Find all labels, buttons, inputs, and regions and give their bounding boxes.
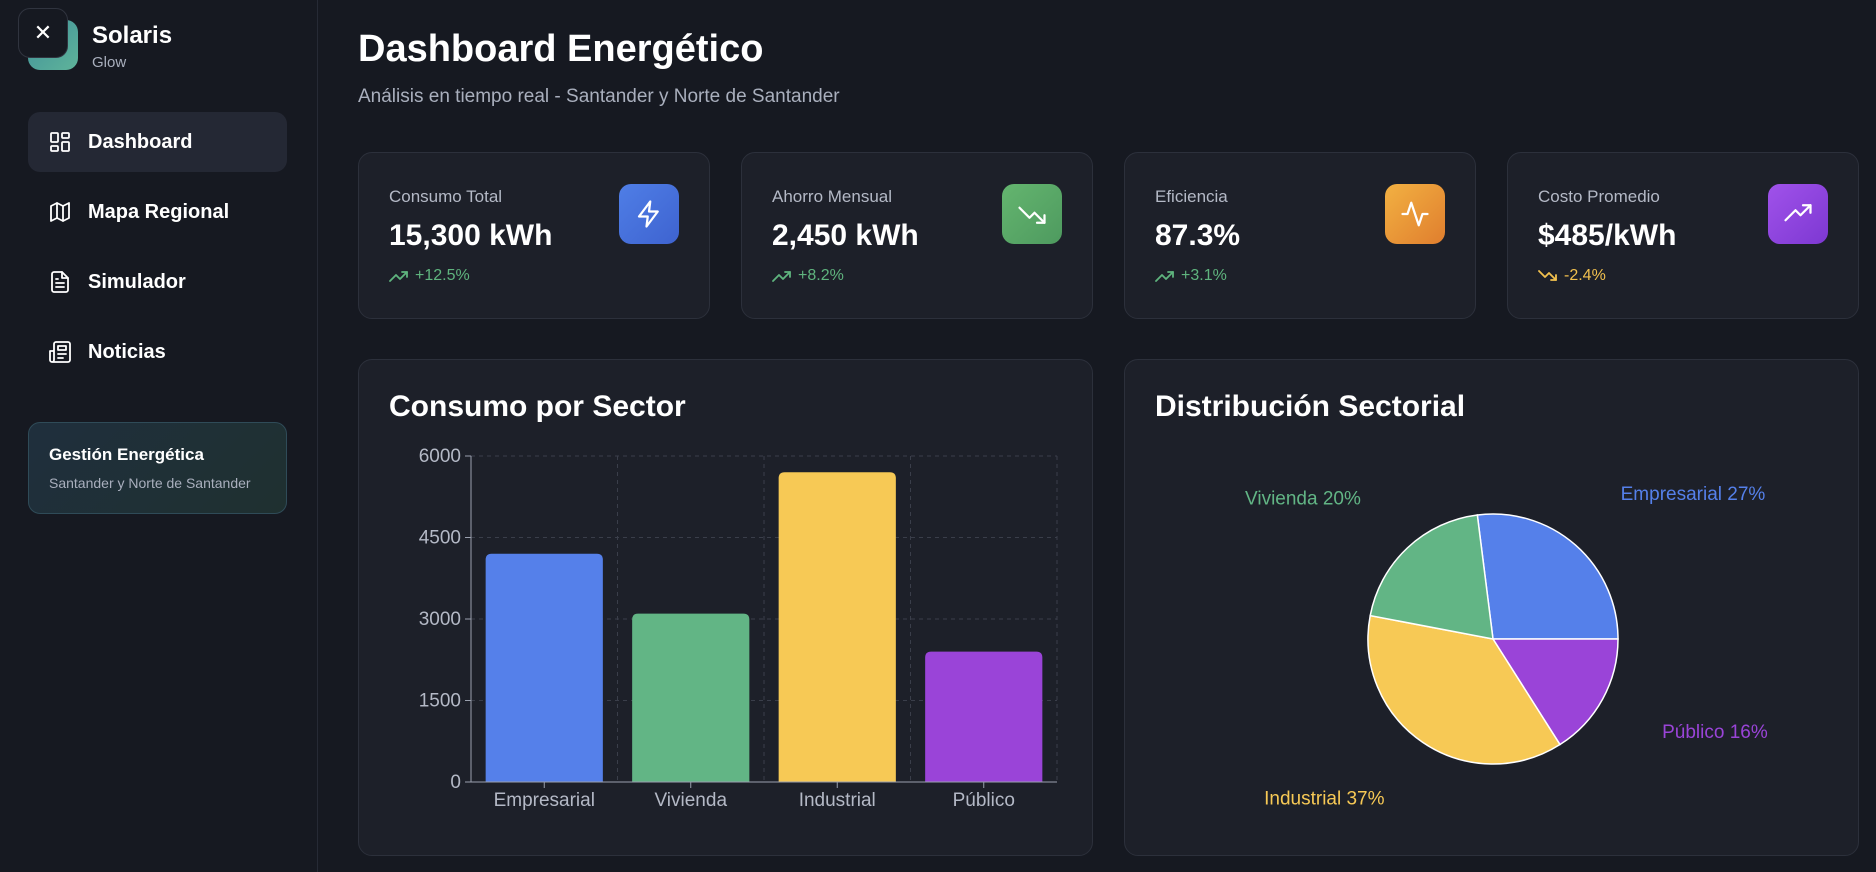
kpi-label: Eficiencia xyxy=(1155,187,1228,206)
bar-chart-panel: Consumo por Sector 0 1500 3000 4500 6000 Empr… xyxy=(358,359,1093,856)
sidebar-nav: Dashboard Mapa Regional Simulador Notici… xyxy=(28,112,287,392)
kpi-change-text: +12.5% xyxy=(415,267,470,284)
sidebar-item-label: Simulador xyxy=(88,270,186,293)
kpi-value: 2,450 kWh xyxy=(772,219,919,252)
pie-chart-panel: Distribución Sectorial Empresarial 27% Pú… xyxy=(1124,359,1859,856)
kpi-label: Consumo Total xyxy=(389,187,503,206)
x-tick-label: Empresarial xyxy=(494,790,595,811)
kpi-change: +12.5% xyxy=(389,267,470,285)
info-card: Gestión Energética Santander y Norte de … xyxy=(28,422,287,514)
kpi-change: +8.2% xyxy=(772,267,844,285)
kpi-card-eficiencia: Eficiencia 87.3% +3.1% xyxy=(1124,152,1476,319)
x-tick-label: Industrial xyxy=(799,790,876,811)
lightning-icon xyxy=(619,184,679,244)
page-title: Dashboard Energético xyxy=(358,28,764,70)
bar-empresarial[interactable] xyxy=(485,553,603,782)
sidebar-item-label: Dashboard xyxy=(88,130,193,153)
sidebar-item-simulador[interactable]: Simulador xyxy=(28,252,287,312)
page-subtitle: Análisis en tiempo real - Santander y No… xyxy=(358,86,840,107)
brand-name: Solaris xyxy=(92,22,173,49)
bar-industrial[interactable] xyxy=(778,472,896,782)
kpi-label: Costo Promedio xyxy=(1538,187,1660,206)
newspaper-icon xyxy=(49,341,71,363)
kpi-change-text: +3.1% xyxy=(1181,267,1227,284)
pie-label-publico: Público 16% xyxy=(1662,722,1768,743)
activity-icon xyxy=(1385,184,1445,244)
sidebar-item-label: Noticias xyxy=(88,340,166,363)
y-tick-label: 3000 xyxy=(419,609,461,630)
trending-down-icon xyxy=(1002,184,1062,244)
info-card-title: Gestión Energética xyxy=(49,445,204,464)
sidebar-item-mapa-regional[interactable]: Mapa Regional xyxy=(28,182,287,242)
pie-label-industrial: Industrial 37% xyxy=(1264,789,1385,810)
kpi-label: Ahorro Mensual xyxy=(772,187,893,206)
close-sidebar-button[interactable]: ✕ xyxy=(18,8,68,58)
kpi-value: 15,300 kWh xyxy=(389,219,553,252)
brand-subtitle: Glow xyxy=(92,54,127,71)
kpi-card-consumo-total: Consumo Total 15,300 kWh +12.5% xyxy=(358,152,710,319)
kpi-value: 87.3% xyxy=(1155,219,1241,252)
trend-up-icon xyxy=(389,271,408,282)
sidebar: ✕ Solaris Glow Dashboard Mapa Regional S… xyxy=(0,0,318,872)
close-icon: ✕ xyxy=(33,20,53,45)
document-icon xyxy=(51,271,69,293)
kpi-card-costo-promedio: Costo Promedio $485/kWh -2.4% xyxy=(1507,152,1859,319)
kpi-change: -2.4% xyxy=(1538,267,1606,285)
bar-chart: 0 1500 3000 4500 6000 Empresarial Vivienda Indu… xyxy=(419,446,1058,811)
x-tick-label: Público xyxy=(953,790,1015,811)
trend-down-icon xyxy=(1538,270,1557,281)
y-tick-label: 0 xyxy=(450,772,461,793)
y-tick-label: 6000 xyxy=(419,446,461,467)
bar-publico[interactable] xyxy=(925,651,1043,782)
kpi-card-ahorro-mensual: Ahorro Mensual 2,450 kWh +8.2% xyxy=(741,152,1093,319)
trending-up-icon xyxy=(1768,184,1828,244)
pie-label-empresarial: Empresarial 27% xyxy=(1621,484,1766,505)
y-tick-label: 1500 xyxy=(419,691,461,712)
map-icon xyxy=(50,202,70,222)
sidebar-item-noticias[interactable]: Noticias xyxy=(28,322,287,382)
info-card-subtitle: Santander y Norte de Santander xyxy=(49,475,251,491)
x-tick-label: Vivienda xyxy=(654,790,727,811)
trend-up-icon xyxy=(772,271,791,282)
y-tick-label: 4500 xyxy=(419,528,461,549)
pie-slice-empresarial[interactable] xyxy=(1476,513,1619,640)
kpi-value: $485/kWh xyxy=(1538,219,1677,252)
sidebar-item-dashboard[interactable]: Dashboard xyxy=(28,112,287,172)
trend-up-icon xyxy=(1155,271,1174,282)
bar-vivienda[interactable] xyxy=(632,613,750,782)
sidebar-item-label: Mapa Regional xyxy=(88,200,230,223)
pie-chart: Empresarial 27% Público 16% Industrial 37%… xyxy=(1245,484,1768,810)
kpi-change-text: +8.2% xyxy=(798,267,844,284)
kpi-change: +3.1% xyxy=(1155,267,1227,285)
dashboard-icon xyxy=(50,132,70,152)
pie-label-vivienda: Vivienda 20% xyxy=(1245,488,1361,509)
kpi-change-text: -2.4% xyxy=(1564,267,1606,284)
